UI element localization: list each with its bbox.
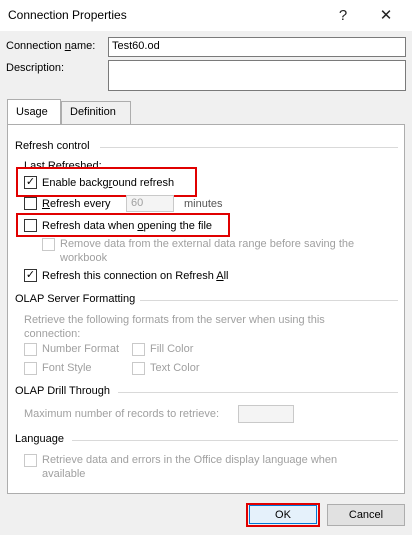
office-language-checkbox[interactable] xyxy=(24,454,37,467)
tab-usage[interactable]: Usage xyxy=(7,99,61,124)
refresh-interval-spinner[interactable]: 60 xyxy=(126,195,174,212)
number-format-checkbox[interactable] xyxy=(24,343,37,356)
cancel-button[interactable]: Cancel xyxy=(327,504,405,526)
olap-formatting-desc-line1: Retrieve the following formats from the … xyxy=(24,314,325,326)
refresh-all-checkbox[interactable]: ✓ xyxy=(24,269,37,282)
max-records-spinner[interactable] xyxy=(238,405,294,423)
refresh-on-open-label: Refresh data when opening the file xyxy=(42,220,213,232)
enable-background-refresh-checkbox[interactable]: ✓ xyxy=(24,176,37,189)
remove-data-label-line2: workbook xyxy=(60,252,108,264)
remove-data-checkbox[interactable] xyxy=(42,238,55,251)
description-label: Description: xyxy=(6,62,65,74)
office-language-label-line1: Retrieve data and errors in the Office d… xyxy=(42,454,338,466)
divider xyxy=(140,300,398,301)
window-title: Connection Properties xyxy=(8,8,127,22)
fill-color-checkbox[interactable] xyxy=(132,343,145,356)
olap-formatting-heading: OLAP Server Formatting xyxy=(15,293,136,305)
fill-color-label: Fill Color xyxy=(150,343,194,355)
olap-drill-heading: OLAP Drill Through xyxy=(15,385,110,397)
language-heading: Language xyxy=(15,433,64,445)
divider xyxy=(118,392,398,393)
divider xyxy=(72,440,398,441)
help-icon: ? xyxy=(338,6,348,24)
ok-button[interactable]: OK xyxy=(249,505,317,524)
olap-formatting-desc-line2: connection: xyxy=(24,328,81,340)
connection-name-label: Connection name: xyxy=(6,40,96,52)
tab-definition[interactable]: Definition xyxy=(61,101,131,125)
max-records-label: Maximum number of records to retrieve: xyxy=(24,408,220,420)
refresh-every-checkbox[interactable] xyxy=(24,197,37,210)
text-color-checkbox[interactable] xyxy=(132,362,145,375)
number-format-label: Number Format xyxy=(42,343,120,355)
divider xyxy=(100,147,398,148)
help-button[interactable]: ? xyxy=(323,2,363,28)
enable-background-refresh-label: Enable background refresh xyxy=(42,177,175,189)
connection-name-input[interactable]: Test60.od xyxy=(108,37,406,57)
close-icon: ✕ xyxy=(379,7,393,24)
refresh-interval-unit: minutes xyxy=(184,198,223,210)
checkmark-icon: ✓ xyxy=(25,269,36,281)
refresh-on-open-checkbox[interactable] xyxy=(24,219,37,232)
remove-data-label-line1: Remove data from the external data range… xyxy=(60,238,355,250)
font-style-checkbox[interactable] xyxy=(24,362,37,375)
font-style-label: Font Style xyxy=(42,362,92,374)
close-button[interactable]: ✕ xyxy=(366,2,406,28)
checkmark-icon: ✓ xyxy=(25,176,36,188)
office-language-label-line2: available xyxy=(42,468,86,480)
refresh-every-label: Refresh every xyxy=(42,198,111,210)
refresh-all-label: Refresh this connection on Refresh All xyxy=(42,270,229,282)
text-color-label: Text Color xyxy=(150,362,200,374)
refresh-control-heading: Refresh control xyxy=(15,140,90,152)
description-input[interactable] xyxy=(108,60,406,91)
